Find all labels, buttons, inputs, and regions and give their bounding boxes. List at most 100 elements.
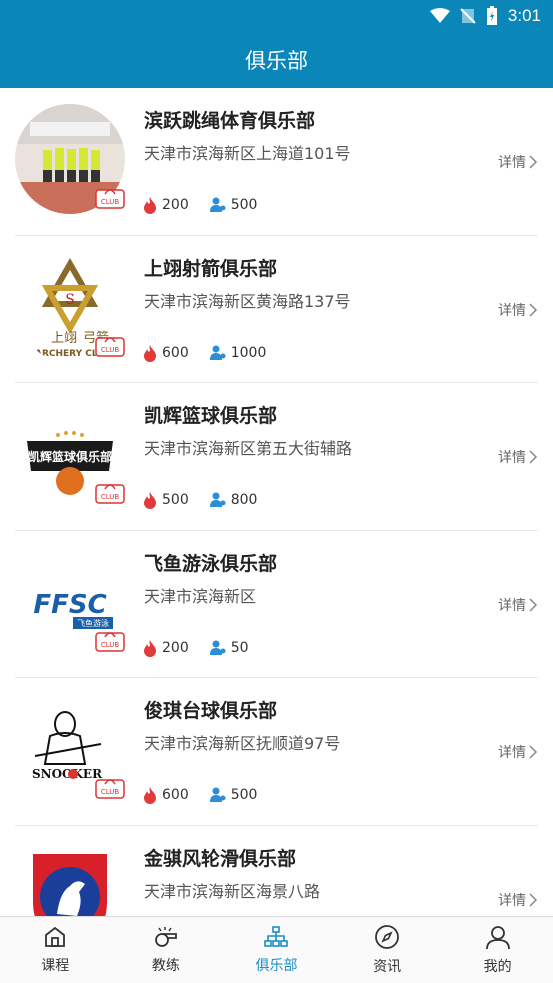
club-address: 天津市滨海新区海景八路 <box>144 881 321 901</box>
members-icon <box>209 197 226 212</box>
members-stat: 50 <box>209 640 249 656</box>
chevron-right-icon <box>529 597 538 612</box>
club-stats: 600 500 <box>142 786 277 804</box>
club-list[interactable]: CLUB 滨跃跳绳体育俱乐部 天津市滨海新区上海道101号 详情 200 500 <box>0 88 553 916</box>
tab-label: 我的 <box>483 959 512 975</box>
club-address: 天津市滨海新区黄海路137号 <box>144 291 351 311</box>
club-name: 上翊射箭俱乐部 <box>144 257 278 280</box>
svg-text:ARCHERY CL: ARCHERY CL <box>35 349 98 359</box>
svg-text:CLUB: CLUB <box>101 493 120 501</box>
tab-label: 俱乐部 <box>255 958 298 974</box>
members-value: 500 <box>230 197 258 213</box>
club-item[interactable]: SNOOKER CLUB 俊琪台球俱乐部 天津市滨海新区抚顺道97号 详情 60… <box>15 678 538 826</box>
club-stats: 200 50 <box>142 639 269 657</box>
detail-link[interactable]: 详情 <box>498 595 538 615</box>
club-badge-icon: CLUB <box>95 484 125 504</box>
club-badge-icon: CLUB <box>95 779 125 799</box>
club-item[interactable]: CLUB 滨跃跳绳体育俱乐部 天津市滨海新区上海道101号 详情 200 500 <box>15 88 538 236</box>
club-stats: 500 800 <box>142 491 277 509</box>
members-value: 1000 <box>230 344 267 361</box>
tab-label: 教练 <box>151 958 180 974</box>
tab-coaches[interactable]: 教练 <box>111 917 222 983</box>
heat-value: 200 <box>162 639 189 656</box>
flame-icon <box>144 197 156 214</box>
svg-text:S: S <box>65 292 75 308</box>
detail-label: 详情 <box>498 892 526 909</box>
page-title: 俱乐部 <box>245 49 308 73</box>
club-name: 凯辉篮球俱乐部 <box>144 405 278 427</box>
heat-stat: 200 <box>142 196 189 214</box>
chevron-right-icon <box>529 745 538 759</box>
heat-stat: 500 <box>142 491 189 509</box>
heat-value: 500 <box>162 492 189 508</box>
flame-icon <box>144 639 156 657</box>
whistle-icon <box>154 927 177 947</box>
detail-label: 详情 <box>498 745 526 761</box>
members-icon <box>209 345 226 360</box>
detail-label: 详情 <box>498 302 526 319</box>
detail-link[interactable]: 详情 <box>498 742 538 762</box>
members-icon <box>209 492 226 507</box>
tab-label: 课程 <box>41 958 70 974</box>
club-item[interactable]: 金骐风轮滑俱乐部 天津市滨海新区海景八路 详情 <box>15 826 538 916</box>
heat-stat: 600 <box>142 344 189 362</box>
club-name: 飞鱼游泳俱乐部 <box>144 552 278 575</box>
no-signal-icon <box>460 8 476 24</box>
club-badge-icon: CLUB <box>95 631 125 652</box>
detail-link[interactable]: 详情 <box>498 300 538 320</box>
flame-icon <box>144 344 156 362</box>
members-stat: 1000 <box>209 344 267 361</box>
chevron-right-icon <box>529 155 538 169</box>
detail-link[interactable]: 详情 <box>498 890 538 910</box>
tab-profile[interactable]: 我的 <box>442 917 553 983</box>
tab-courses[interactable]: 课程 <box>0 917 111 983</box>
chevron-right-icon <box>529 892 538 907</box>
club-name: 滨跃跳绳体育俱乐部 <box>144 110 316 132</box>
heat-stat: 200 <box>142 639 189 657</box>
club-item[interactable]: FFSC 飞鱼游泳 CLUB 飞鱼游泳俱乐部 天津市滨海新区 详情 200 50 <box>15 531 538 678</box>
club-item[interactable]: S 上翊 弓箭 ARCHERY CL CLUB 上翊射箭俱乐部 天津市滨海新区黄… <box>15 236 538 383</box>
club-name: 金骐风轮滑俱乐部 <box>144 847 297 870</box>
detail-link[interactable]: 详情 <box>498 152 538 172</box>
org-chart-icon <box>264 926 289 947</box>
club-logo <box>15 841 125 916</box>
club-address: 天津市滨海新区 <box>144 586 257 606</box>
svg-text:上翊: 上翊 <box>51 331 77 346</box>
bottom-tab-bar: 课程 教练 俱乐部 资讯 我的 <box>0 916 553 983</box>
club-name: 俊琪台球俱乐部 <box>144 700 278 722</box>
club-item[interactable]: 凯辉篮球俱乐部 CLUB 凯辉篮球俱乐部 天津市滨海新区第五大街辅路 详情 50… <box>15 383 538 531</box>
tab-news[interactable]: 资讯 <box>332 917 443 983</box>
heat-stat: 600 <box>142 786 189 804</box>
svg-text:SNOOKER: SNOOKER <box>32 767 103 781</box>
chevron-right-icon <box>529 302 538 317</box>
flame-icon <box>144 787 156 804</box>
members-icon <box>209 640 226 655</box>
members-stat: 800 <box>209 492 258 508</box>
detail-label: 详情 <box>498 597 526 614</box>
compass-icon <box>375 925 399 949</box>
detail-label: 详情 <box>498 450 526 466</box>
heat-value: 600 <box>162 344 189 361</box>
members-value: 500 <box>230 787 258 803</box>
svg-text:CLUB: CLUB <box>101 641 120 649</box>
members-stat: 500 <box>209 197 258 213</box>
club-badge-icon: CLUB <box>95 189 125 209</box>
home-icon <box>45 926 66 947</box>
detail-link[interactable]: 详情 <box>498 447 538 467</box>
club-address: 天津市滨海新区第五大街辅路 <box>144 439 353 458</box>
status-bar: 3:01 <box>0 0 553 32</box>
person-icon <box>485 926 510 950</box>
tab-clubs[interactable]: 俱乐部 <box>221 917 332 983</box>
club-address: 天津市滨海新区抚顺道97号 <box>144 734 341 753</box>
svg-text:凯辉篮球俱乐部: 凯辉篮球俱乐部 <box>28 449 112 464</box>
members-value: 800 <box>230 492 258 508</box>
clock: 3:01 <box>507 6 541 25</box>
club-address: 天津市滨海新区上海道101号 <box>144 144 351 163</box>
svg-text:CLUB: CLUB <box>101 198 120 206</box>
header-bar: 俱乐部 <box>0 32 553 88</box>
svg-text:CLUB: CLUB <box>101 788 120 796</box>
heat-value: 600 <box>162 787 189 803</box>
svg-text:CLUB: CLUB <box>101 346 120 354</box>
chevron-right-icon <box>529 450 538 464</box>
heat-value: 200 <box>162 197 189 213</box>
